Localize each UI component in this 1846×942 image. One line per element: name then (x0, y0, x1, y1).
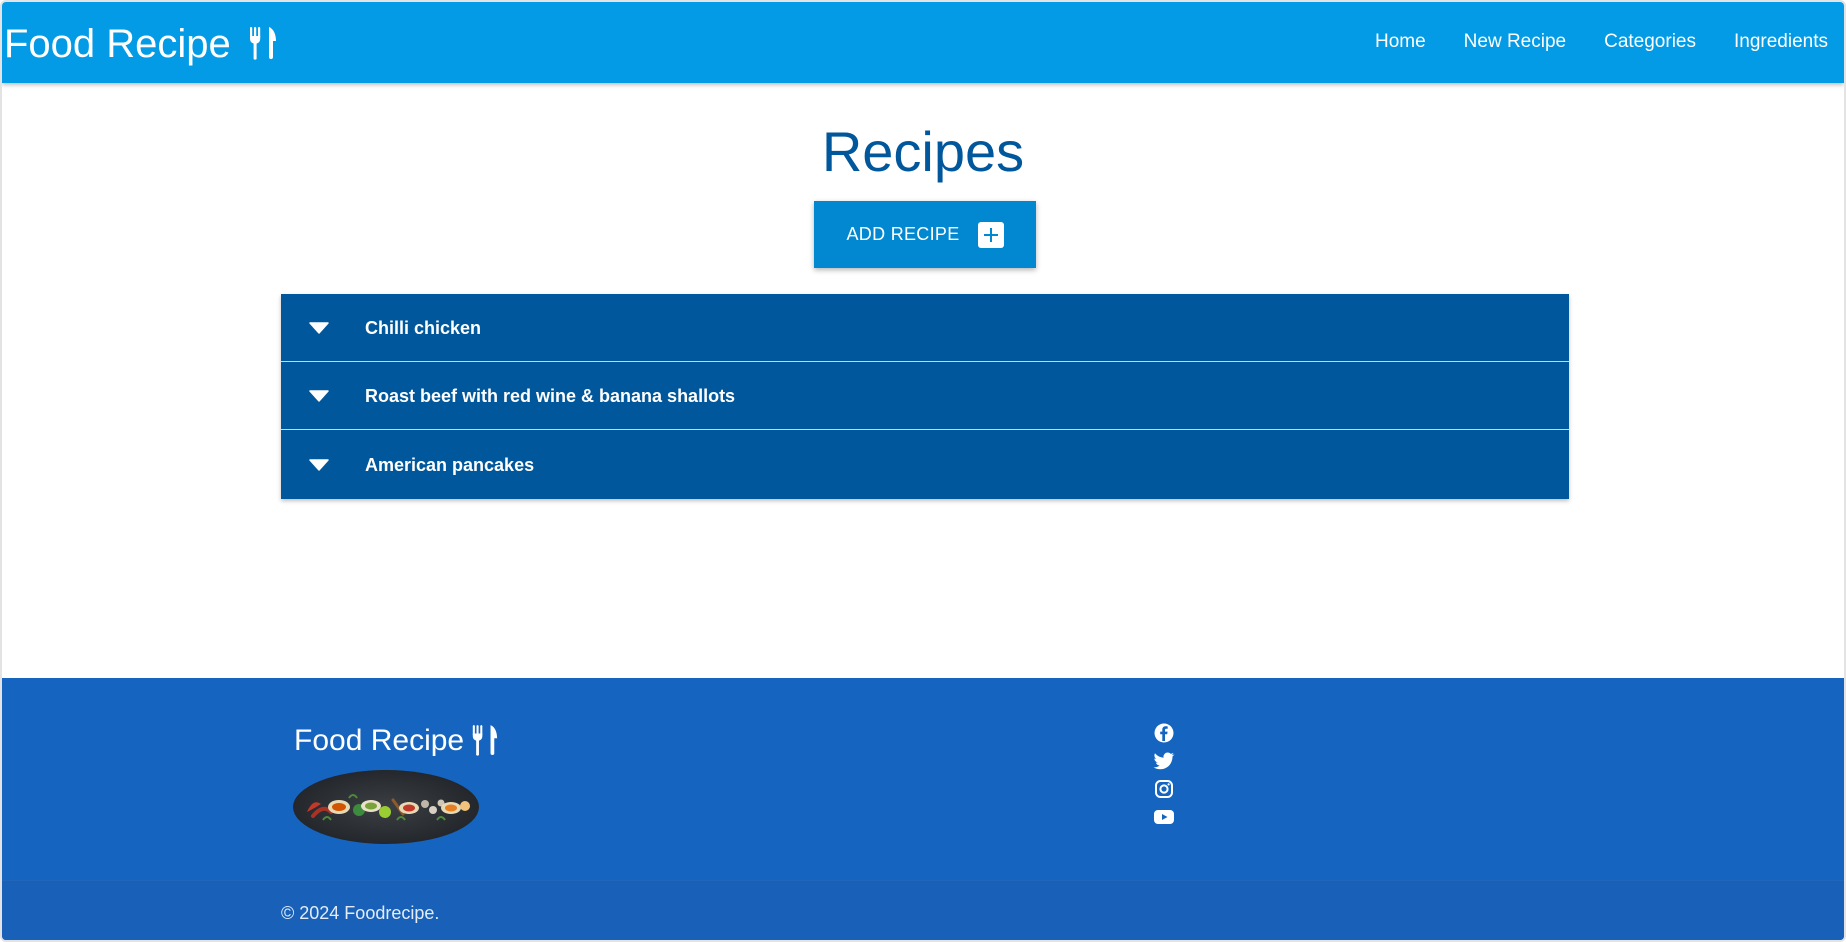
caret-down-icon (309, 389, 329, 402)
youtube-icon[interactable] (1153, 807, 1175, 827)
nav-links: Home New Recipe Categories Ingredients (1375, 29, 1828, 55)
copyright-text: © 2024 Foodrecipe. (281, 903, 440, 923)
recipe-name: Chilli chicken (365, 317, 482, 338)
navbar: Food Recipe Home New Recipe Categories I… (2, 2, 1844, 83)
nav-categories[interactable]: Categories (1604, 29, 1696, 55)
copyright-bar: © 2024 Foodrecipe. (2, 880, 1844, 940)
page-title: Recipes (821, 120, 1025, 183)
nav-ingredients[interactable]: Ingredients (1734, 29, 1828, 55)
add-recipe-button[interactable]: ADD RECIPE (814, 201, 1036, 268)
nav-new-recipe[interactable]: New Recipe (1464, 29, 1566, 55)
nav-home[interactable]: Home (1375, 29, 1426, 55)
recipe-name: American pancakes (365, 454, 535, 475)
brand-link[interactable]: Food Recipe (4, 20, 277, 68)
facebook-icon[interactable] (1153, 723, 1175, 743)
footer: Food Recipe © 2024 Foodrecipe. (2, 678, 1844, 940)
recipe-list: Chilli chicken Roast beef with red wine … (281, 294, 1569, 499)
caret-down-icon (309, 321, 329, 334)
plus-square-icon (977, 221, 1004, 248)
utensils-icon (472, 725, 498, 756)
footer-brand: Food Recipe (294, 722, 498, 760)
add-recipe-label: ADD RECIPE (846, 224, 960, 244)
recipe-item[interactable]: Roast beef with red wine & banana shallo… (281, 362, 1569, 430)
social-links (1153, 723, 1175, 827)
footer-brand-title: Food Recipe (294, 724, 465, 757)
utensils-icon (249, 27, 276, 60)
spices-banner-image (293, 770, 479, 844)
app-window: Food Recipe Home New Recipe Categories I… (0, 0, 1846, 942)
recipe-item[interactable]: Chilli chicken (281, 294, 1569, 362)
twitter-icon[interactable] (1153, 751, 1175, 771)
caret-down-icon (309, 458, 329, 471)
recipe-item[interactable]: American pancakes (281, 430, 1569, 499)
brand-title: Food Recipe (4, 22, 231, 66)
recipe-name: Roast beef with red wine & banana shallo… (365, 385, 736, 406)
instagram-icon[interactable] (1153, 779, 1175, 799)
